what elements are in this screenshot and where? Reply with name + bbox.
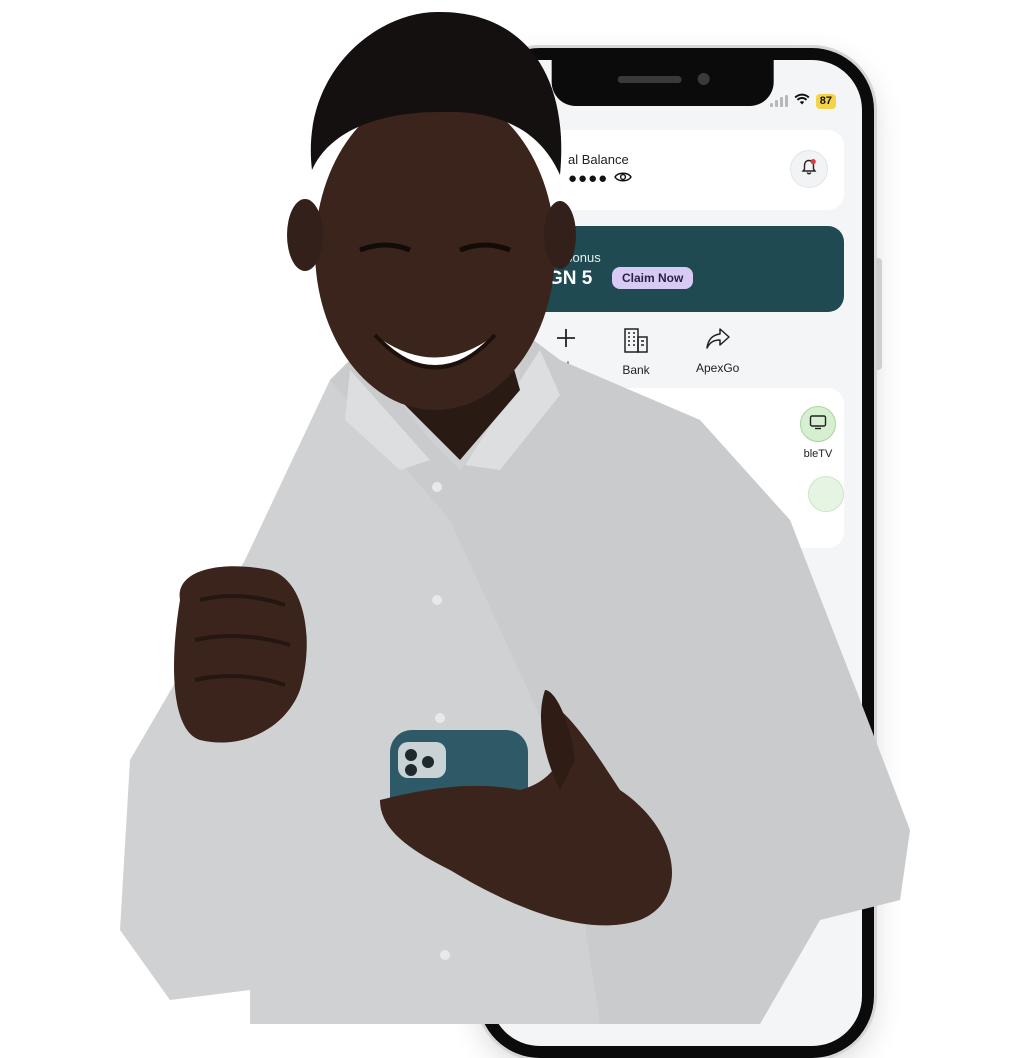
person-photo (120, 11, 910, 1024)
